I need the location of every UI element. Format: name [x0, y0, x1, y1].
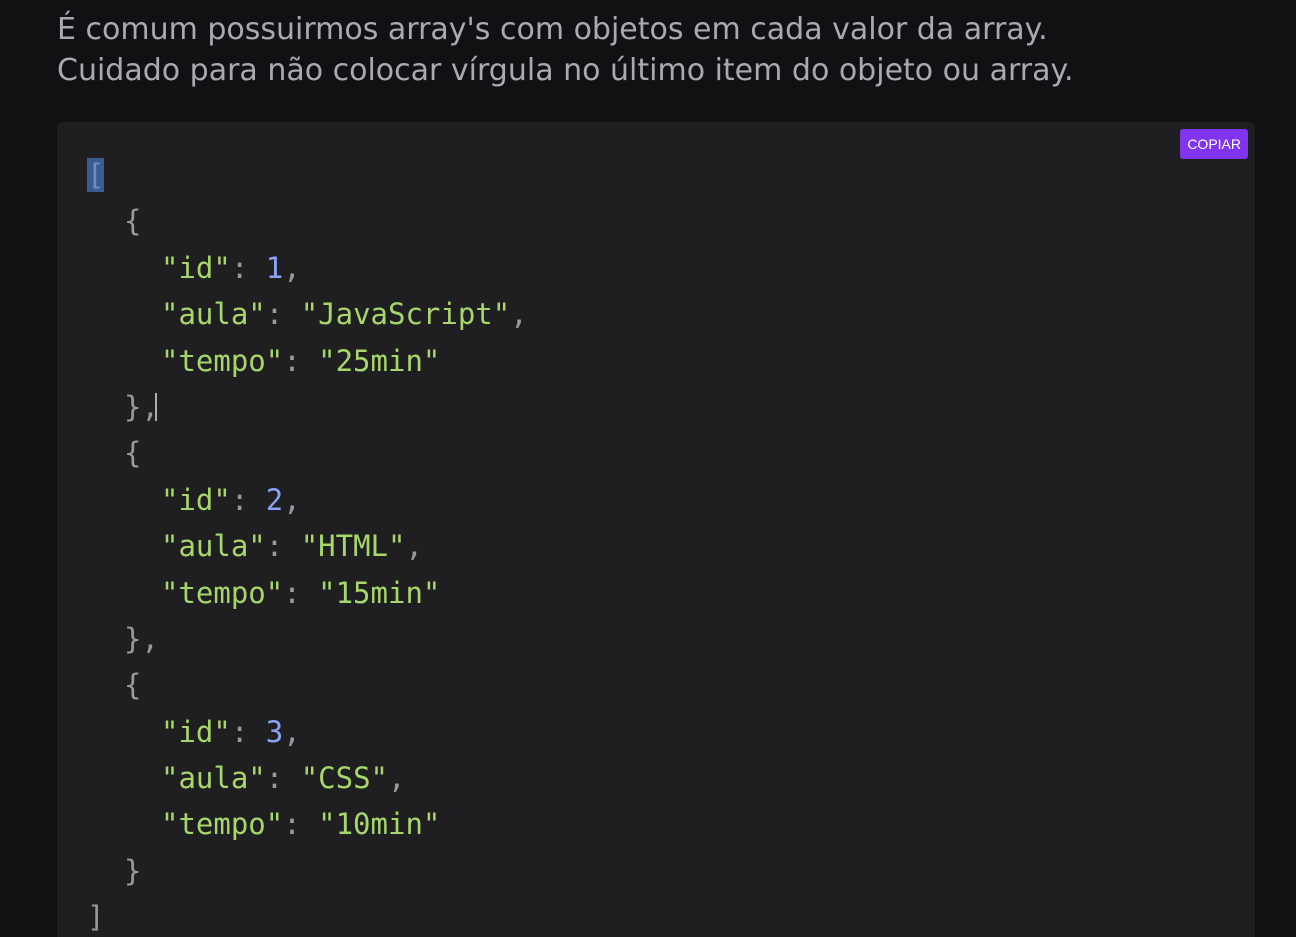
code-line: ] — [87, 894, 528, 937]
json-key: "tempo" — [161, 343, 284, 378]
json-key: "aula" — [161, 297, 266, 332]
object-close-brace: } — [124, 853, 142, 888]
code-block: COPIAR [ { "id": 1, "aula": "JavaScript", "t… — [57, 122, 1255, 937]
intro-line-1: É comum possuirmos array's com objetos e… — [57, 12, 1048, 47]
json-string-value: "15min" — [318, 575, 441, 610]
copy-button[interactable]: COPIAR — [1180, 129, 1248, 159]
intro-text: É comum possuirmos array's com objetos e… — [57, 9, 1237, 91]
code-line: } — [87, 848, 528, 894]
code-line: "tempo": "10min" — [161, 807, 441, 842]
json-string-value: "JavaScript" — [300, 297, 511, 332]
code-line: "id": 2, — [161, 482, 301, 517]
code-line: }, — [87, 384, 528, 430]
json-key: "id" — [161, 714, 231, 749]
object-close-brace: }, — [124, 389, 159, 424]
code-line: "tempo": "15min" — [161, 575, 441, 610]
code-line: "tempo": "25min" — [161, 343, 441, 378]
json-string-value: "10min" — [318, 807, 441, 842]
code-line: "aula": "HTML", — [161, 529, 423, 564]
json-key: "tempo" — [161, 807, 284, 842]
code-line: [ — [87, 152, 528, 198]
json-string-value: "25min" — [318, 343, 441, 378]
code-line: "id": 3, — [161, 714, 301, 749]
array-close-bracket: ] — [87, 900, 105, 935]
code-line: }, — [87, 616, 528, 662]
json-key: "aula" — [161, 529, 266, 564]
text-cursor-icon — [154, 392, 157, 421]
array-open-bracket: [ — [87, 158, 105, 192]
json-key: "id" — [161, 250, 231, 285]
page: É comum possuirmos array's com objetos e… — [0, 0, 1296, 937]
json-number-value: 2 — [265, 482, 284, 517]
object-open-brace: { — [124, 204, 142, 239]
code-line: { — [87, 198, 528, 244]
object-open-brace: { — [124, 436, 142, 471]
code-line: "aula": "JavaScript", — [161, 297, 528, 332]
code-content[interactable]: [ { "id": 1, "aula": "JavaScript", "tempo": … — [87, 152, 528, 937]
json-key: "aula" — [161, 761, 266, 796]
json-number-value: 1 — [265, 250, 284, 285]
json-key: "id" — [161, 482, 231, 517]
code-line: { — [87, 662, 528, 708]
code-line: "aula": "CSS", — [161, 761, 406, 796]
code-line: { — [87, 430, 528, 476]
object-open-brace: { — [124, 668, 142, 703]
object-close-brace: }, — [124, 621, 159, 656]
json-key: "tempo" — [161, 575, 284, 610]
json-string-value: "CSS" — [300, 761, 388, 796]
code-line: "id": 1, — [161, 250, 301, 285]
json-number-value: 3 — [265, 714, 284, 749]
json-string-value: "HTML" — [300, 529, 406, 564]
intro-line-2: Cuidado para não colocar vírgula no últi… — [57, 53, 1074, 88]
